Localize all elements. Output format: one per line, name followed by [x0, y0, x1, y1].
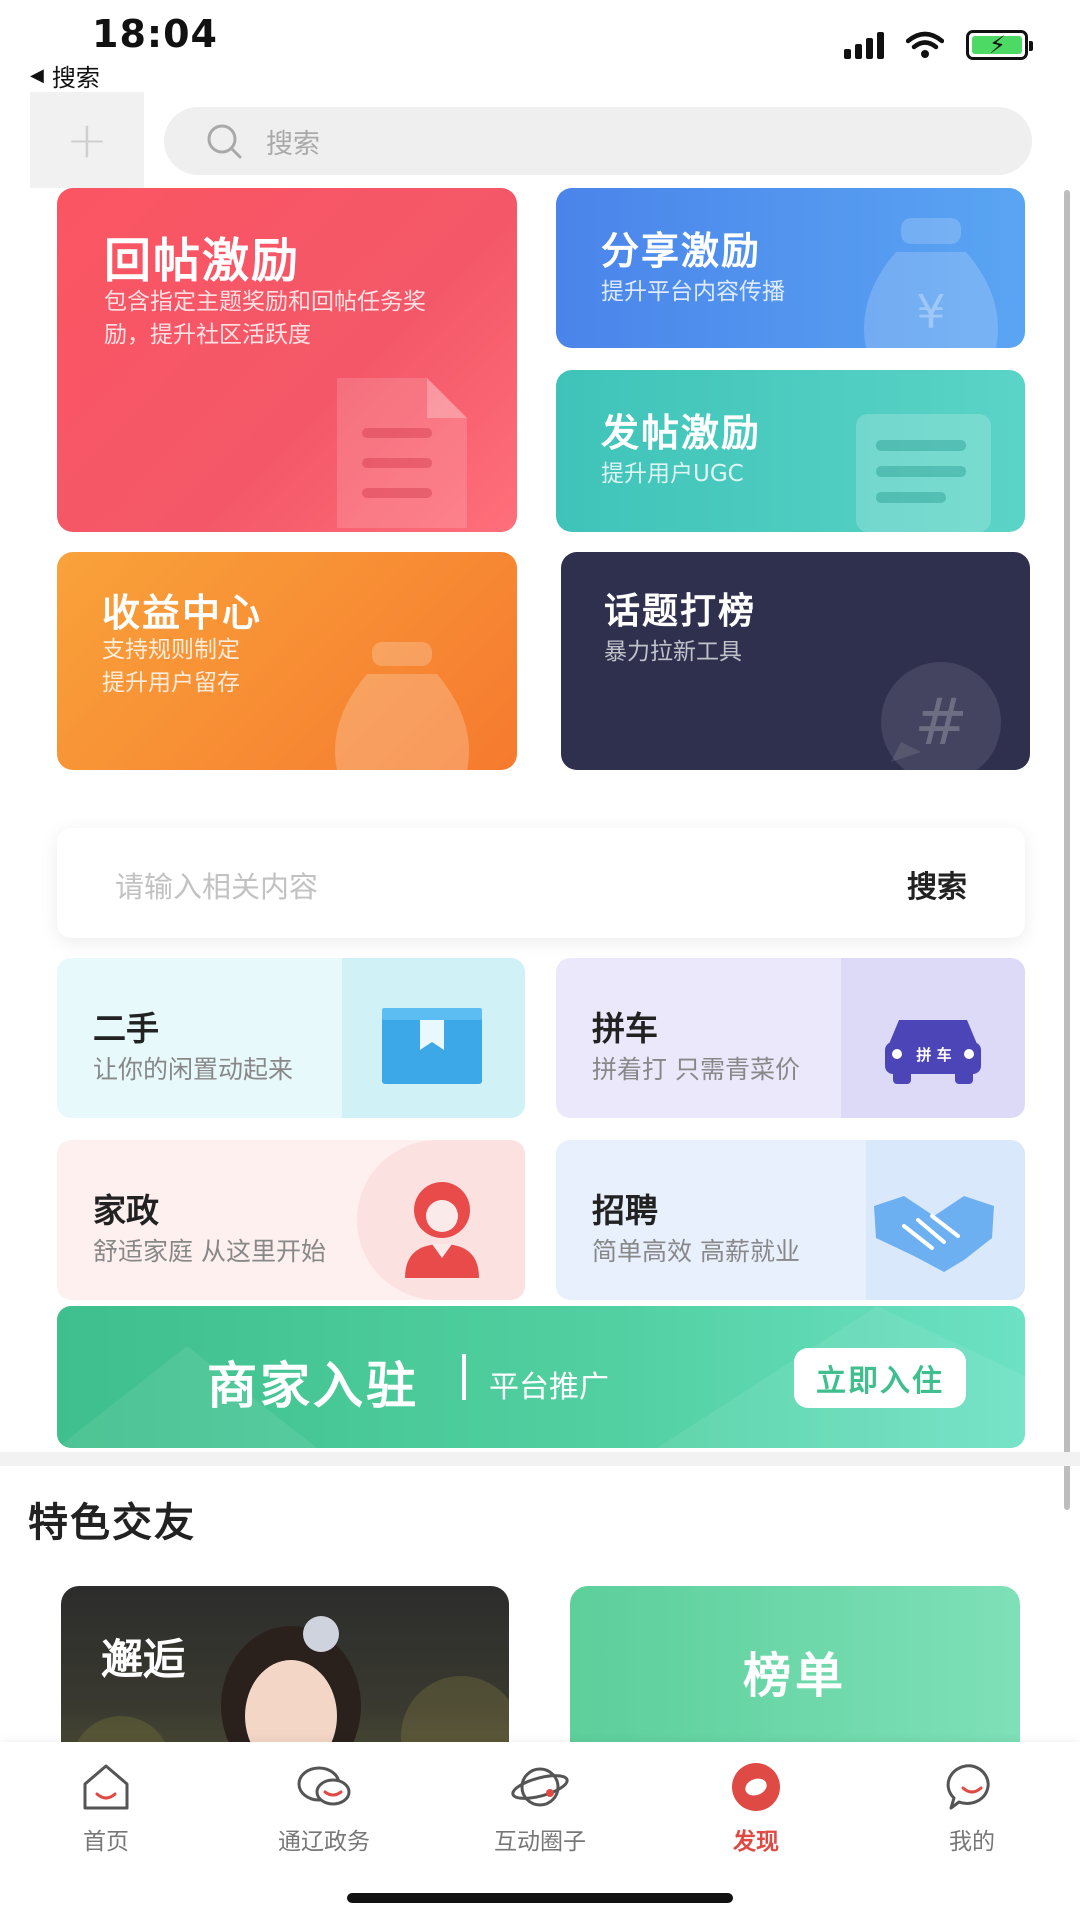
topic-ranking-card[interactable]: 话题打榜 暴力拉新工具 # [561, 552, 1030, 770]
banner-subtitle: 平台推广 [489, 1370, 609, 1405]
wifi-icon [906, 31, 944, 58]
join-now-button[interactable]: 立即入住 [794, 1348, 966, 1408]
tile-desc: 拼着打 只需青菜价 [592, 1055, 800, 1084]
home-icon [83, 1764, 129, 1810]
back-label: 搜索 [51, 64, 100, 92]
tile-title: 家政 [93, 1191, 159, 1230]
card-desc: 支持规则制定 提升用户留存 [102, 637, 240, 696]
post-incentive-card[interactable]: 发帖激励 提升用户UGC [556, 370, 1025, 532]
card-desc: 提升用户UGC [601, 461, 744, 487]
document-icon [337, 378, 467, 528]
tile-title: 招聘 [592, 1191, 658, 1230]
secondhand-tile[interactable]: 二手 让你的闲置动起来 [57, 958, 525, 1118]
box-icon [382, 1008, 482, 1084]
card-title: 话题打榜 [604, 591, 757, 632]
share-incentive-card[interactable]: 分享激励 提升平台内容传播 ¥ [556, 188, 1025, 348]
status-indicators: ⚡ [844, 30, 1033, 60]
housekeeping-tile[interactable]: 家政 舒适家庭 从这里开始 [57, 1140, 525, 1300]
tab-mine[interactable]: 我的 [882, 1760, 1062, 1856]
carpool-badge: 拼 车 [916, 1046, 952, 1064]
card-title: 发帖激励 [601, 411, 762, 455]
planet-icon [511, 1767, 569, 1807]
smile-bubble-icon [946, 1764, 990, 1810]
tab-label: 首页 [83, 1829, 129, 1855]
content-search-input[interactable]: 请输入相关内容 [115, 864, 318, 906]
section-divider [0, 1452, 1080, 1466]
tile-desc: 让你的闲置动起来 [93, 1055, 294, 1084]
money-bag-icon: ¥ [864, 218, 998, 348]
back-arrow-icon: ◀ [30, 65, 44, 86]
svg-text:#: # [914, 686, 968, 760]
discover-icon [732, 1763, 780, 1811]
cellular-signal-icon [844, 31, 884, 59]
search-icon [207, 124, 242, 159]
earnings-center-card[interactable]: 收益中心 支持规则制定 提升用户留存 [57, 552, 517, 770]
plus-icon: + [66, 111, 108, 169]
card-title: 邂逅 [101, 1635, 186, 1684]
tab-discover[interactable]: 发现 [666, 1760, 846, 1856]
merchant-join-banner[interactable]: 商家入驻 平台推广 立即入住 [57, 1306, 1025, 1448]
hashtag-bubble-icon: # [881, 662, 1001, 770]
tile-title: 拼车 [592, 1009, 658, 1048]
banner-title: 商家入驻 [207, 1357, 419, 1415]
section-title: 特色交友 [28, 1500, 196, 1546]
card-desc: 包含指定主题奖励和回帖任务奖励，提升社区活跃度 [104, 289, 426, 348]
scrollbar[interactable] [1064, 190, 1070, 1510]
add-button[interactable]: + [30, 92, 144, 188]
tab-label: 通辽政务 [278, 1829, 370, 1855]
tab-home[interactable]: 首页 [16, 1760, 196, 1856]
status-time: 18:04 [92, 12, 218, 56]
content-search-bar[interactable]: 请输入相关内容 搜索 [57, 828, 1025, 938]
tab-government[interactable]: 通辽政务 [234, 1760, 414, 1856]
banner-divider [462, 1354, 466, 1400]
card-title: 收益中心 [102, 591, 263, 635]
back-to-search-link[interactable]: ◀ 搜索 [30, 58, 100, 93]
tab-label: 发现 [733, 1829, 779, 1855]
handshake-icon [874, 1196, 994, 1272]
battery-icon: ⚡ [966, 30, 1033, 60]
card-title: 分享激励 [601, 229, 762, 273]
tile-desc: 简单高效 高薪就业 [592, 1237, 800, 1266]
tab-label: 互动圈子 [494, 1829, 586, 1855]
reply-incentive-card[interactable]: 回帖激励 包含指定主题奖励和回帖任务奖励，提升社区活跃度 [57, 188, 517, 532]
recruitment-tile[interactable]: 招聘 简单高效 高薪就业 [556, 1140, 1025, 1300]
search-placeholder: 搜索 [266, 128, 320, 160]
tile-title: 二手 [93, 1009, 159, 1048]
svg-text:¥: ¥ [916, 285, 945, 339]
chat-bubbles-icon [297, 1766, 351, 1806]
card-title: 回帖激励 [104, 234, 300, 289]
money-bag-icon [335, 642, 469, 770]
content-search-button[interactable]: 搜索 [907, 862, 967, 906]
document-icon [856, 414, 991, 532]
search-bar[interactable]: 搜索 [164, 107, 1032, 175]
tab-label: 我的 [949, 1829, 995, 1855]
card-desc: 提升平台内容传播 [601, 279, 785, 305]
card-desc: 暴力拉新工具 [604, 639, 742, 665]
home-indicator[interactable] [347, 1893, 733, 1903]
person-icon [405, 1182, 479, 1278]
carpool-tile[interactable]: 拼车 拼着打 只需青菜价 拼 车 [556, 958, 1025, 1118]
tab-circles[interactable]: 互动圈子 [450, 1760, 630, 1856]
tile-desc: 舒适家庭 从这里开始 [93, 1237, 326, 1266]
card-title: 榜单 [742, 1648, 847, 1704]
